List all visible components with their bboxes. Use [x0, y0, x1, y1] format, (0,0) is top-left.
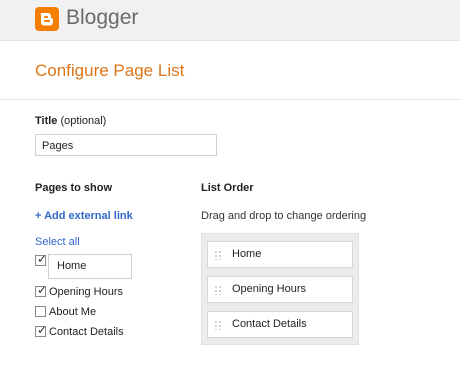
list-order-item[interactable]: Contact Details [207, 311, 353, 338]
title-field-label: Title (optional) [35, 115, 106, 127]
page-label-opening-hours: Opening Hours [49, 286, 123, 298]
checkmark-icon: ✓ [37, 283, 48, 297]
title-input[interactable]: Pages [35, 134, 217, 156]
checkbox-contact-details[interactable]: ✓ [35, 323, 48, 337]
checkmark-icon: ✓ [37, 252, 48, 266]
list-order-heading: List Order [201, 182, 254, 194]
drag-handle-icon[interactable] [214, 320, 222, 330]
checkbox-about-me[interactable] [35, 306, 46, 317]
list-order-item[interactable]: Home [207, 241, 353, 268]
blogger-logo-icon[interactable] [35, 7, 59, 31]
top-bar: Blogger [0, 0, 460, 41]
drag-hint-text: Drag and drop to change ordering [201, 210, 367, 222]
divider [0, 99, 460, 100]
checkmark-icon: ✓ [37, 323, 48, 337]
checkbox-opening-hours[interactable]: ✓ [35, 283, 48, 297]
brand-name[interactable]: Blogger [66, 6, 138, 30]
page-label-contact-details: Contact Details [49, 326, 124, 338]
drag-handle-icon[interactable] [214, 285, 222, 295]
page-label-about-me: About Me [49, 306, 97, 318]
drag-handle-icon[interactable] [214, 250, 222, 260]
list-order-item-label: Contact Details [232, 318, 307, 330]
pages-to-show-heading: Pages to show [35, 182, 113, 194]
page-title: Configure Page List [35, 61, 185, 80]
checkbox-home[interactable]: ✓ [35, 252, 48, 266]
title-label-text: Title [35, 115, 58, 127]
list-order-item-label: Home [232, 248, 262, 260]
page-name-input-home[interactable]: Home [48, 254, 132, 279]
select-all-link[interactable]: Select all [35, 236, 80, 248]
list-order-item[interactable]: Opening Hours [207, 276, 353, 303]
list-order-item-label: Opening Hours [232, 283, 306, 295]
title-optional-text: (optional) [60, 115, 107, 127]
add-external-link[interactable]: + Add external link [35, 210, 133, 222]
